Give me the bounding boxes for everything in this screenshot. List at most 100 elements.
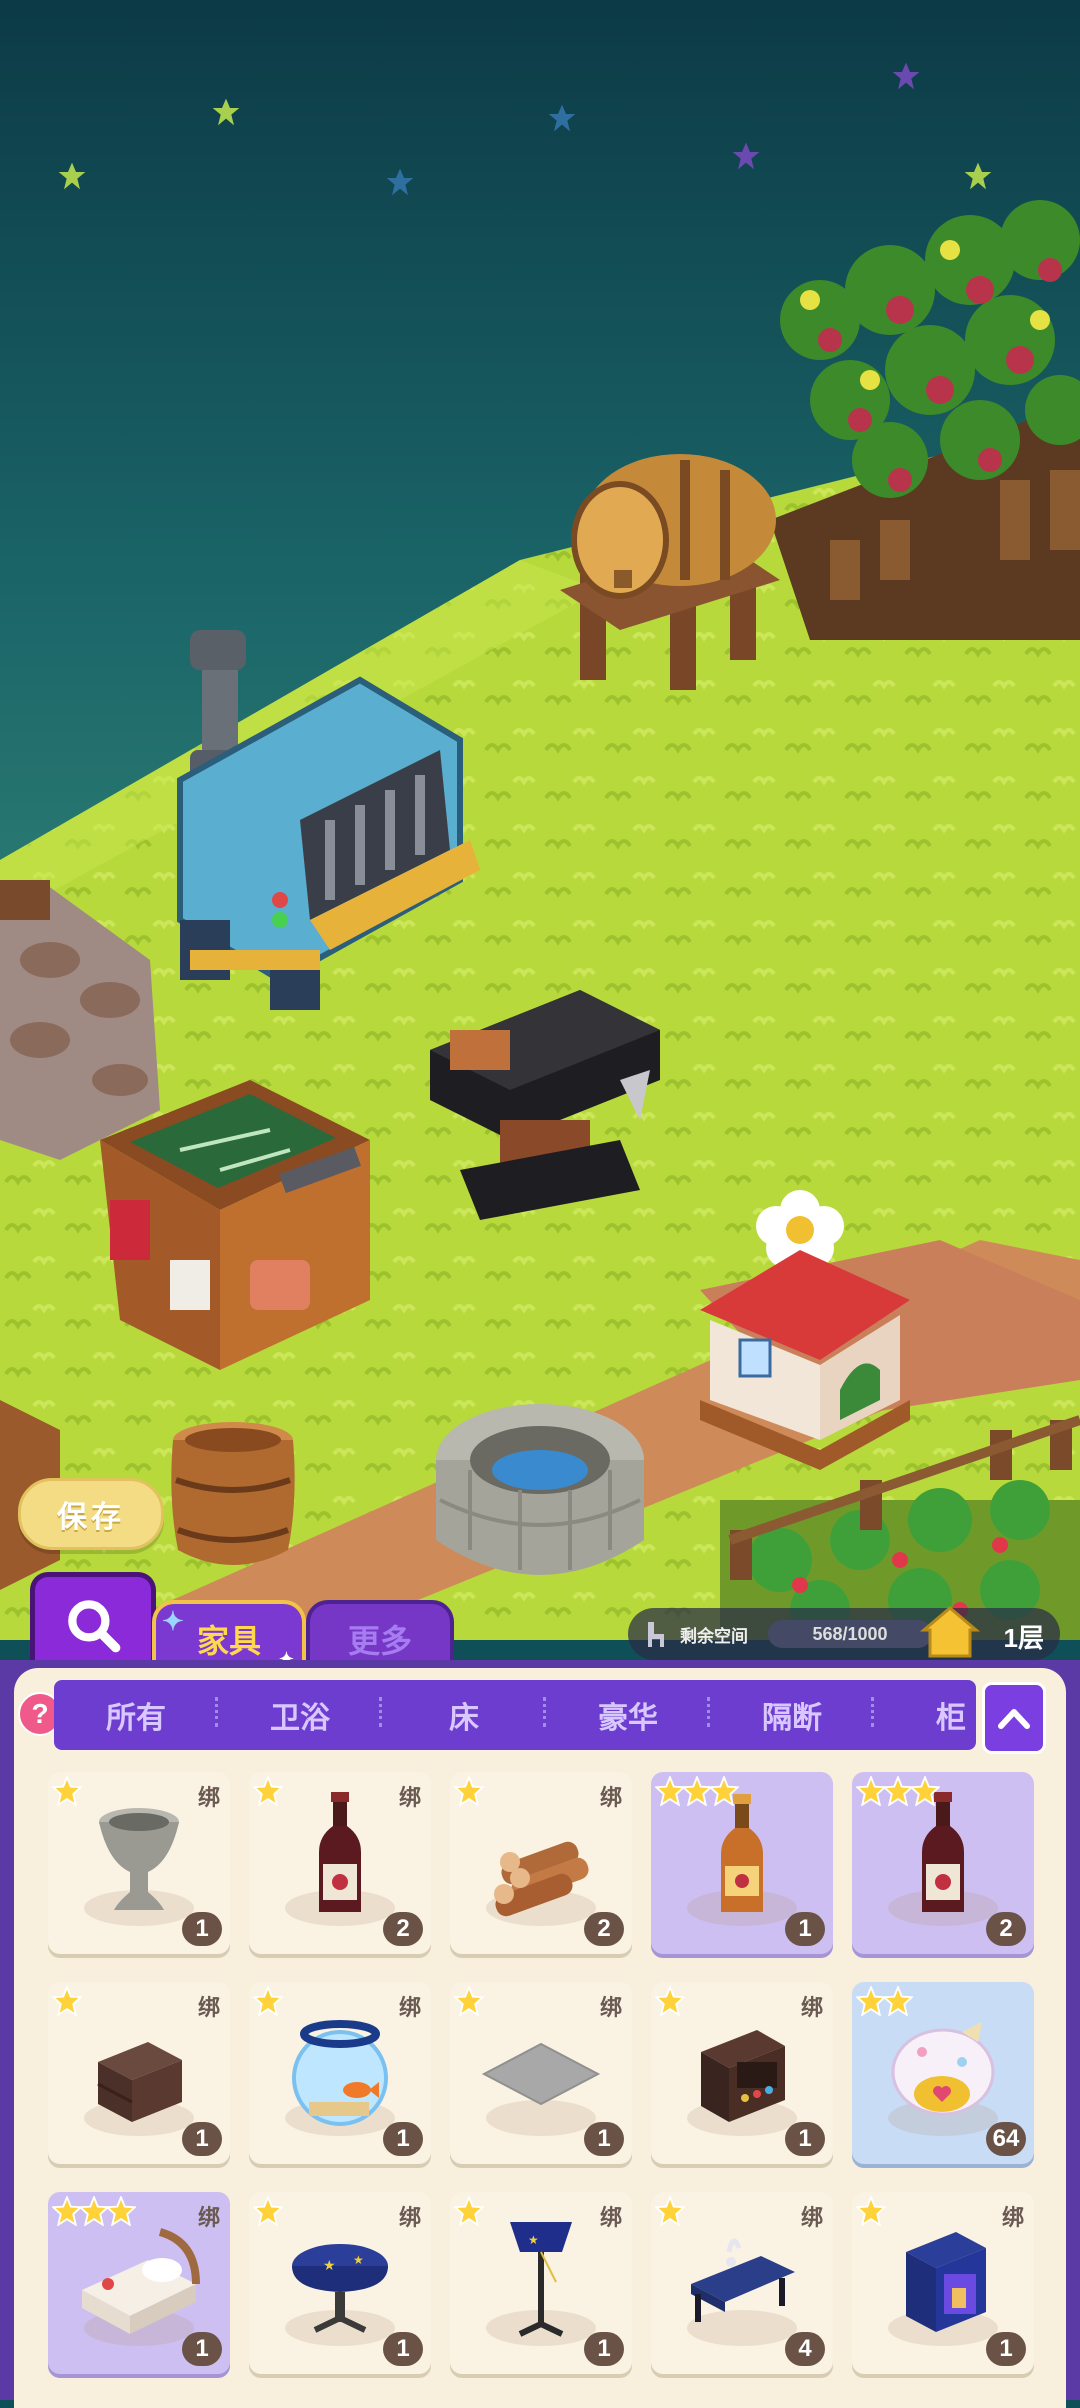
red-wine-bottle-icon (319, 1792, 361, 1912)
item-card-fish-bowl[interactable]: 绑1 (249, 1982, 431, 2164)
item-card-star-side-table[interactable]: ★ ★ 绑 1 (249, 2192, 431, 2374)
item-card-red-wine-bottle-premium[interactable]: 2 (852, 1772, 1034, 1954)
small-barrel[interactable] (168, 1420, 298, 1570)
crafting-workbench[interactable] (100, 1080, 370, 1370)
rarity-star-icon (106, 2196, 136, 2226)
save-button[interactable]: 保存 (18, 1478, 164, 1550)
item-count: 2 (383, 1912, 423, 1946)
item-card-dark-nightstand[interactable]: 绑1 (48, 1982, 230, 2164)
item-count: 64 (986, 2122, 1026, 2156)
item-card-starry-floor-lamp[interactable]: ★ 绑 1 (450, 2192, 632, 2374)
category-bar[interactable]: 所有 卫浴 床 豪华 隔断 柜 (54, 1680, 976, 1750)
bound-tag: 绑 (398, 1995, 421, 2020)
item-card-stone-vase[interactable]: 绑1 (48, 1772, 230, 1954)
retro-radio-cabinet-icon (701, 2030, 785, 2122)
bound-tag: 绑 (1001, 2205, 1024, 2230)
category-cabinet[interactable]: 柜 (874, 1693, 972, 1737)
bound-tag: 绑 (800, 1995, 823, 2020)
item-count: 1 (584, 2122, 624, 2156)
item-count: 1 (986, 2332, 1026, 2366)
rarity-star-icon (709, 1776, 739, 1806)
cozy-bed-icon (82, 2228, 200, 2334)
rarity-star-icon (253, 1776, 283, 1806)
item-card-gift-pouch[interactable]: 64 (852, 1982, 1034, 2164)
gift-pouch-icon (891, 2022, 995, 2116)
bound-tag: 绑 (197, 1995, 220, 2020)
expand-categories-button[interactable] (982, 1682, 1046, 1754)
rarity-star-icon (454, 1776, 484, 1806)
rarity-stars (52, 2196, 136, 2226)
item-count: 1 (182, 2122, 222, 2156)
rarity-stars (655, 1776, 739, 1806)
game-scene[interactable]: 保存 (0, 0, 1080, 1640)
sky-star-icon (58, 162, 86, 190)
item-card-gray-rug[interactable]: 绑1 (450, 1982, 632, 2164)
item-card-retro-radio-cabinet[interactable]: 绑1 (651, 1982, 833, 2164)
capacity-value: 568/1000 (768, 1620, 932, 1648)
rarity-stars (52, 1986, 82, 2016)
rarity-star-icon (883, 1776, 913, 1806)
category-bed[interactable]: 床 (382, 1693, 546, 1737)
item-count: 1 (383, 2332, 423, 2366)
rarity-stars (454, 2196, 484, 2226)
bound-tag: 绑 (800, 2205, 823, 2230)
rarity-star-icon (910, 1776, 940, 1806)
rarity-stars (454, 1776, 484, 1806)
house-floor-icon (920, 1606, 980, 1658)
inventory-panel-body: ? 所有 卫浴 床 豪华 隔断 柜 绑 1 绑 2 绑 2 1 2 绑 1 绑 1 绑 1 绑 1 64 绑 1 ★ ★… (14, 1668, 1066, 2408)
rarity-stars (253, 2196, 283, 2226)
rarity-star-icon (682, 1776, 712, 1806)
svg-text:★: ★ (353, 2253, 364, 2267)
wine-barrel-stand[interactable] (560, 450, 780, 700)
tab-furniture-label: 家具 (196, 1623, 261, 1659)
rarity-star-icon (655, 2196, 685, 2226)
rarity-stars (856, 1986, 913, 2016)
flower-dog-house[interactable] (690, 1190, 920, 1470)
item-count: 2 (584, 1912, 624, 1946)
stone-vase-icon (99, 1808, 179, 1910)
item-card-cozy-bed[interactable]: 绑1 (48, 2192, 230, 2374)
rarity-stars (856, 1776, 940, 1806)
chevron-up-icon (998, 1709, 1030, 1729)
rarity-star-icon (655, 1776, 685, 1806)
star-side-table-icon: ★ ★ (292, 2244, 388, 2333)
stone-well[interactable] (430, 1400, 650, 1600)
tab-search[interactable] (30, 1572, 156, 1673)
category-bathroom[interactable]: 卫浴 (218, 1693, 382, 1737)
blue-heater-machine[interactable] (160, 620, 480, 1020)
item-count: 2 (986, 1912, 1026, 1946)
rarity-star-icon (655, 1986, 685, 2016)
item-count: 4 (785, 2332, 825, 2366)
rarity-stars (52, 1776, 82, 1806)
rarity-star-icon (253, 2196, 283, 2226)
bound-tag: 绑 (599, 1785, 622, 1810)
category-partition[interactable]: 隔断 (710, 1693, 874, 1737)
rarity-star-icon (52, 2196, 82, 2226)
sky-star-icon (732, 142, 760, 170)
search-icon (68, 1600, 121, 1653)
rarity-star-icon (79, 2196, 109, 2226)
item-card-firewood-logs[interactable]: 绑2 (450, 1772, 632, 1954)
bound-tag: 绑 (197, 2205, 220, 2230)
item-count: 1 (383, 2122, 423, 2156)
item-card-star-cabinet[interactable]: 绑1 (852, 2192, 1034, 2374)
inventory-panel: ? 所有 卫浴 床 豪华 隔断 柜 绑 1 绑 2 绑 2 1 2 绑 1 绑 1 绑 1 绑 1 64 绑 1 ★ ★… (0, 1660, 1080, 2408)
rarity-stars (253, 1986, 283, 2016)
item-card-red-wine-bottle[interactable]: 绑2 (249, 1772, 431, 1954)
star-cabinet-icon (906, 2232, 986, 2332)
floor-indicator[interactable]: 1层 (1004, 1618, 1044, 1655)
sky-star-icon (386, 168, 414, 196)
category-luxury[interactable]: 豪华 (546, 1693, 710, 1737)
item-card-amber-wine-bottle[interactable]: 1 (651, 1772, 833, 1954)
gray-rug-icon (481, 2042, 601, 2106)
category-all[interactable]: 所有 (54, 1693, 218, 1737)
grapevine-trellis[interactable] (770, 200, 1080, 640)
rarity-stars (655, 1986, 685, 2016)
item-card-blue-bench[interactable]: 绑4 (651, 2192, 833, 2374)
rarity-star-icon (454, 1986, 484, 2016)
bound-tag: 绑 (398, 1785, 421, 1810)
starry-floor-lamp-icon: ★ (510, 2222, 572, 2337)
black-anvil[interactable] (420, 990, 660, 1220)
blue-bench-icon (691, 2238, 795, 2322)
sky-star-icon (548, 104, 576, 132)
